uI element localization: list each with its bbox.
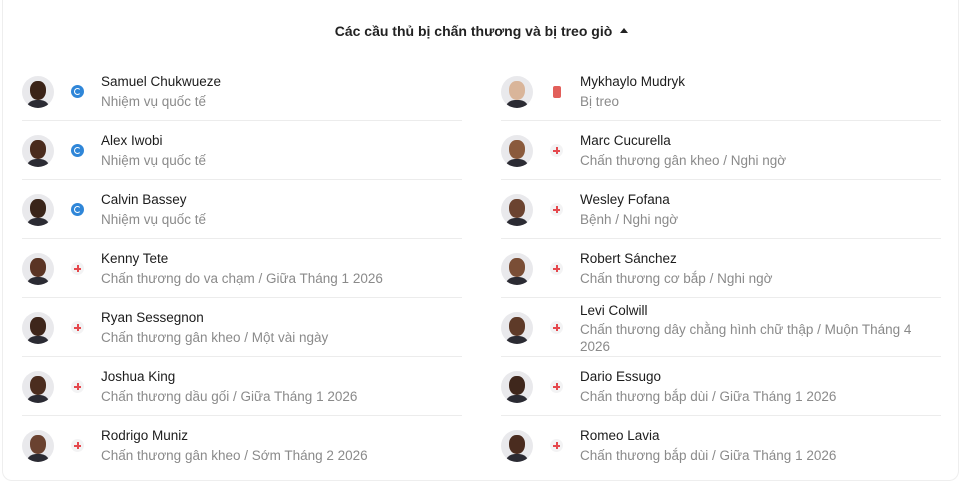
player-avatar [22, 312, 54, 344]
player-avatar [22, 194, 54, 226]
injury-icon [549, 438, 564, 453]
injury-icon [549, 143, 564, 158]
injury-icon [70, 379, 85, 394]
player-name[interactable]: Marc Cucurella [580, 133, 671, 148]
injury-icon [549, 320, 564, 335]
injury-icon [70, 261, 85, 276]
player-row[interactable]: Rodrigo Muniz Chấn thương gân kheo / Sớm … [22, 416, 462, 475]
player-name[interactable]: Wesley Fofana [580, 192, 670, 207]
player-status-detail: Nhiệm vụ quốc tế [101, 153, 207, 168]
player-row[interactable]: Marc Cucurella Chấn thương gân kheo / Ngh… [501, 121, 941, 180]
player-avatar [501, 135, 533, 167]
player-row[interactable]: Romeo Lavia Chấn thương bắp dùi / Giữa Th… [501, 416, 941, 475]
player-status-detail: Chấn thương gân kheo / Sớm Tháng 2 2026 [101, 448, 368, 463]
player-status-detail: Nhiệm vụ quốc tế [101, 94, 207, 109]
player-avatar [501, 371, 533, 403]
player-row[interactable]: Alex Iwobi Nhiệm vụ quốc tế [22, 121, 462, 180]
player-name[interactable]: Calvin Bassey [101, 192, 187, 207]
player-name[interactable]: Dario Essugo [580, 369, 661, 384]
player-status-detail: Chấn thương bắp dùi / Giữa Tháng 1 2026 [580, 389, 837, 404]
player-row[interactable]: Samuel Chukwueze Nhiệm vụ quốc tế [22, 62, 462, 121]
caret-up-icon [620, 27, 629, 33]
player-name[interactable]: Romeo Lavia [580, 428, 660, 443]
player-name[interactable]: Mykhaylo Mudryk [580, 74, 685, 89]
player-avatar [501, 430, 533, 462]
player-avatar [22, 371, 54, 403]
player-status-detail: Bị treo [580, 94, 620, 109]
player-status-detail: Chấn thương gân kheo / Nghi ngờ [580, 153, 787, 168]
player-avatar [501, 76, 533, 108]
player-avatar [22, 253, 54, 285]
player-row[interactable]: Kenny Tete Chấn thương do va chạm / Giữa … [22, 239, 462, 298]
player-row[interactable]: Calvin Bassey Nhiệm vụ quốc tế [22, 180, 462, 239]
player-row[interactable]: Robert Sánchez Chấn thương cơ bắp / Nghi … [501, 239, 941, 298]
player-row[interactable]: Dario Essugo Chấn thương bắp dùi / Giữa T… [501, 357, 941, 416]
player-avatar [22, 135, 54, 167]
injuries-title: Các cầu thủ bị chấn thương và bị treo gi… [334, 23, 613, 39]
player-name[interactable]: Rodrigo Muniz [101, 428, 188, 443]
red-card-icon [549, 84, 564, 99]
player-row[interactable]: Wesley Fofana Bệnh / Nghi ngờ [501, 180, 941, 239]
player-name[interactable]: Joshua King [101, 369, 175, 384]
player-name[interactable]: Kenny Tete [101, 251, 168, 266]
left-player-list: Samuel Chukwueze Nhiệm vụ quốc tế Alex Iwo… [22, 62, 462, 475]
player-status-detail: Chấn thương bắp dùi / Giữa Tháng 1 2026 [580, 448, 837, 463]
player-name[interactable]: Alex Iwobi [101, 133, 163, 148]
right-player-list: Mykhaylo Mudryk Bị treo Marc Cucurella Chấn… [501, 62, 941, 475]
player-avatar [501, 253, 533, 285]
player-status-detail: Chấn thương cơ bắp / Nghi ngờ [580, 271, 773, 286]
injury-icon [549, 261, 564, 276]
player-status-detail: Chấn thương gân kheo / Một vài ngày [101, 330, 329, 345]
player-status-detail: Nhiệm vụ quốc tế [101, 212, 207, 227]
player-name[interactable]: Samuel Chukwueze [101, 74, 221, 89]
player-row[interactable]: Mykhaylo Mudryk Bị treo [501, 62, 941, 121]
player-status-detail: Bệnh / Nghi ngờ [580, 212, 679, 227]
globe-icon [70, 84, 85, 99]
injury-icon [549, 202, 564, 217]
player-name[interactable]: Robert Sánchez [580, 251, 677, 266]
player-avatar [501, 194, 533, 226]
globe-icon [70, 143, 85, 158]
player-status-detail: Chấn thương do va chạm / Giữa Tháng 1 20… [101, 271, 383, 286]
injuries-toggle-header[interactable]: Các cầu thủ bị chấn thương và bị treo gi… [0, 18, 963, 44]
injury-icon [549, 379, 564, 394]
globe-icon [70, 202, 85, 217]
player-row[interactable]: Ryan Sessegnon Chấn thương gân kheo / Một… [22, 298, 462, 357]
player-avatar [22, 76, 54, 108]
player-row[interactable]: Joshua King Chấn thương dầu gối / Giữa Th… [22, 357, 462, 416]
player-avatar [501, 312, 533, 344]
injury-icon [70, 438, 85, 453]
player-status-detail: Chấn thương dầu gối / Giữa Tháng 1 2026 [101, 389, 358, 404]
player-avatar [22, 430, 54, 462]
player-name[interactable]: Levi Colwill [580, 303, 648, 318]
player-name[interactable]: Ryan Sessegnon [101, 310, 204, 325]
player-status-detail: Chấn thương dây chằng hình chữ thập / Mu… [580, 322, 912, 354]
injury-icon [70, 320, 85, 335]
player-row[interactable]: Levi Colwill Chấn thương dây chằng hình c… [501, 298, 941, 357]
